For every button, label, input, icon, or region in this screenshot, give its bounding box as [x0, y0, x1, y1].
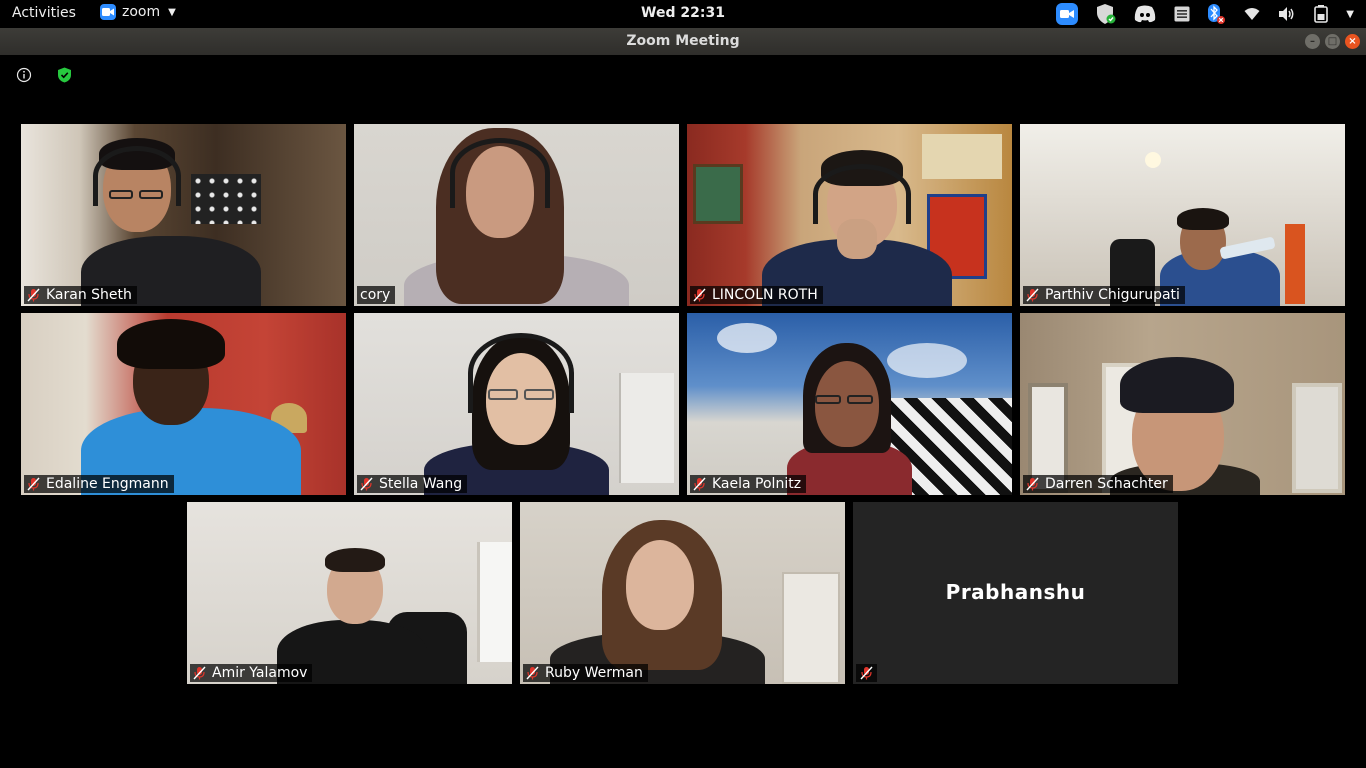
participant-name: Ruby Werman: [545, 665, 643, 681]
maximize-icon: □: [1327, 36, 1338, 47]
system-tray: ▼: [1056, 2, 1354, 26]
app-menu[interactable]: zoom ▼: [100, 4, 176, 20]
participant-nametag: Karan Sheth: [24, 286, 137, 304]
video-feed: [21, 313, 346, 495]
video-tile[interactable]: Karan Sheth: [21, 124, 346, 306]
participant-name: Karan Sheth: [46, 287, 132, 303]
video-tile[interactable]: Kaela Polnitz: [687, 313, 1012, 495]
bluetooth-off-icon[interactable]: [1208, 2, 1226, 26]
minimize-icon: –: [1310, 36, 1315, 47]
mic-muted-icon: [193, 666, 206, 680]
clock[interactable]: Wed 22:31: [641, 5, 725, 21]
participant-name: Parthiv Chigurupati: [1045, 287, 1180, 303]
video-tile[interactable]: Stella Wang: [354, 313, 679, 495]
gnome-top-bar: Activities zoom ▼ Wed 22:31 ▼: [0, 0, 1366, 28]
app-menu-label: zoom: [122, 4, 161, 20]
close-icon: ×: [1348, 36, 1357, 47]
video-tile-video-off[interactable]: Prabhanshu: [853, 502, 1178, 684]
video-feed: [21, 124, 346, 306]
volume-icon[interactable]: [1278, 2, 1296, 26]
video-feed: [520, 502, 845, 684]
mic-muted-icon: [526, 666, 539, 680]
mic-muted-icon: [1026, 288, 1039, 302]
video-tile[interactable]: Ruby Werman: [520, 502, 845, 684]
participant-nametag: LINCOLN ROTH: [690, 286, 823, 304]
info-icon[interactable]: [16, 67, 32, 83]
video-tile[interactable]: Amir Yalamov: [187, 502, 512, 684]
participant-nametag: Edaline Engmann: [24, 475, 174, 493]
video-tile[interactable]: Parthiv Chigurupati: [1020, 124, 1345, 306]
participant-name: Stella Wang: [379, 476, 463, 492]
notes-icon[interactable]: [1174, 2, 1190, 26]
mic-muted-icon: [1026, 477, 1039, 491]
participant-nametag: Amir Yalamov: [190, 664, 313, 682]
video-tile[interactable]: Edaline Engmann: [21, 313, 346, 495]
mic-muted-icon: [860, 666, 873, 680]
shield-update-icon[interactable]: [1096, 2, 1116, 26]
minimize-button[interactable]: –: [1305, 34, 1320, 49]
chevron-down-icon: ▼: [168, 6, 176, 18]
discord-icon[interactable]: [1134, 2, 1156, 26]
mic-muted-icon: [360, 477, 373, 491]
zoom-tray-icon[interactable]: [1056, 2, 1079, 26]
participant-name: cory: [360, 287, 391, 303]
video-feed: [354, 124, 679, 306]
participant-name: Kaela Polnitz: [712, 476, 802, 492]
encryption-shield-icon[interactable]: [57, 67, 72, 83]
video-tile[interactable]: LINCOLN ROTH: [687, 124, 1012, 306]
participant-name: LINCOLN ROTH: [712, 287, 818, 303]
video-feed: [187, 502, 512, 684]
battery-icon[interactable]: [1314, 2, 1329, 26]
close-button[interactable]: ×: [1345, 34, 1360, 49]
participant-nametag: Ruby Werman: [523, 664, 648, 682]
video-feed: [1020, 124, 1345, 306]
participant-name: Amir Yalamov: [212, 665, 308, 681]
participant-nametag: Stella Wang: [357, 475, 468, 493]
video-feed: [687, 313, 1012, 495]
window-title: Zoom Meeting: [626, 33, 740, 49]
video-feed: [354, 313, 679, 495]
participant-name-large: Prabhanshu: [945, 580, 1086, 604]
video-feed: [687, 124, 1012, 306]
system-menu-caret-icon[interactable]: ▼: [1346, 2, 1354, 26]
participant-nametag: Parthiv Chigurupati: [1023, 286, 1185, 304]
participant-nametag: Darren Schachter: [1023, 475, 1173, 493]
activities-button[interactable]: Activities: [12, 5, 76, 21]
wifi-icon[interactable]: [1244, 2, 1260, 26]
participant-nametag: Kaela Polnitz: [690, 475, 807, 493]
meeting-gallery: Karan Sheth cory LINCOLN ROTH Parthiv Ch…: [0, 55, 1366, 768]
mic-muted-icon: [27, 477, 40, 491]
zoom-app-icon: [100, 4, 116, 20]
participant-nametag: cory: [357, 286, 396, 304]
participant-name: Edaline Engmann: [46, 476, 169, 492]
maximize-button[interactable]: □: [1325, 34, 1340, 49]
mic-muted-icon: [693, 288, 706, 302]
mic-muted-icon: [693, 477, 706, 491]
window-title-bar[interactable]: Zoom Meeting – □ ×: [0, 28, 1366, 55]
participant-nametag: [856, 664, 877, 682]
video-feed: [1020, 313, 1345, 495]
participant-name: Darren Schachter: [1045, 476, 1168, 492]
video-tile-active-speaker[interactable]: cory: [354, 124, 679, 306]
mic-muted-icon: [27, 288, 40, 302]
video-tile[interactable]: Darren Schachter: [1020, 313, 1345, 495]
